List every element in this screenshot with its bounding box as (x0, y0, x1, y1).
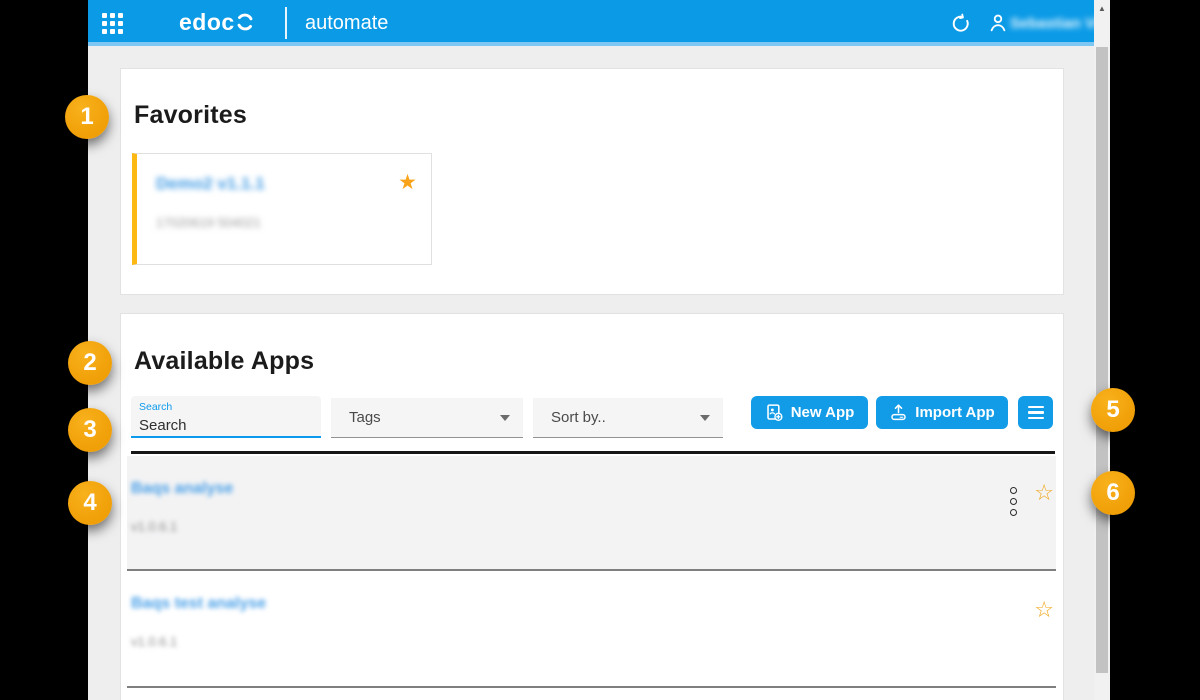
user-profile-icon[interactable] (987, 12, 1009, 34)
app-version-label: v1.0.6.1 (131, 634, 177, 649)
callout-badge-4: 4 (68, 481, 112, 525)
favorite-app-name[interactable]: Demo2 v1.1.1 (156, 174, 265, 194)
search-input[interactable] (139, 415, 309, 435)
chevron-down-icon (500, 415, 510, 421)
favorite-app-subtitle: 17020619 504021 (156, 215, 261, 230)
app-title: automate (305, 12, 388, 35)
available-apps-panel: Available Apps Search Tags Sort by.. (120, 313, 1064, 700)
app-list: Baqs analyse v1.0.6.1 ☆ Baqs test analys… (127, 456, 1056, 700)
scrollbar-thumb[interactable] (1096, 47, 1108, 673)
chevron-down-icon (700, 415, 710, 421)
callout-badge-3: 3 (68, 408, 112, 452)
list-options-button[interactable] (1018, 396, 1053, 429)
callout-badge-1: 1 (65, 95, 109, 139)
upload-icon (889, 403, 908, 422)
vertical-scrollbar[interactable]: ▲ (1094, 0, 1110, 700)
import-app-button-label: Import App (915, 404, 994, 421)
import-app-button[interactable]: Import App (876, 396, 1008, 429)
favorite-star-icon[interactable]: ★ (398, 170, 417, 195)
app-version-label: v1.0.6.1 (131, 519, 177, 534)
row-kebab-menu-icon[interactable] (1010, 487, 1017, 520)
annotated-screenshot: edoc automate Seba (0, 0, 1200, 700)
scrollbar-up-arrow[interactable]: ▲ (1094, 2, 1110, 16)
search-field[interactable]: Search (131, 396, 321, 438)
app-row[interactable]: Baqs test analyse v1.0.6.1 ☆ (127, 571, 1056, 686)
app-window: edoc automate Seba (88, 0, 1110, 700)
app-row[interactable] (127, 688, 1056, 700)
sort-by-dropdown-label: Sort by.. (551, 409, 606, 426)
favorites-panel: Favorites Demo2 v1.1.1 ★ 17020619 504021 (120, 68, 1064, 295)
callout-badge-6: 6 (1091, 471, 1135, 515)
favorites-heading: Favorites (134, 101, 247, 130)
row-favorite-star-icon[interactable]: ☆ (1034, 597, 1054, 623)
search-field-label: Search (139, 401, 172, 413)
new-app-icon (765, 403, 784, 422)
header-divider (285, 7, 287, 39)
callout-badge-2: 2 (68, 341, 112, 385)
new-app-button[interactable]: New App (751, 396, 868, 429)
favorite-app-card[interactable]: Demo2 v1.1.1 ★ 17020619 504021 (132, 153, 432, 265)
callout-badge-5: 5 (1091, 388, 1135, 432)
top-app-bar: edoc automate Seba (88, 0, 1094, 46)
app-row[interactable]: Baqs analyse v1.0.6.1 ☆ (127, 456, 1056, 569)
hamburger-icon (1028, 406, 1044, 420)
tags-dropdown[interactable]: Tags (331, 398, 523, 438)
tags-dropdown-label: Tags (349, 409, 381, 426)
refresh-icon[interactable] (950, 13, 971, 34)
new-app-button-label: New App (791, 404, 855, 421)
available-apps-heading: Available Apps (134, 347, 314, 376)
list-top-border (131, 451, 1055, 454)
product-logo: edoc (179, 9, 235, 36)
app-name-link[interactable]: Baqs test analyse (131, 595, 266, 613)
app-name-link[interactable]: Baqs analyse (131, 480, 233, 498)
row-favorite-star-icon[interactable]: ☆ (1034, 480, 1054, 506)
logo-loop-icon (234, 11, 256, 33)
sort-by-dropdown[interactable]: Sort by.. (533, 398, 723, 438)
app-launcher-grid-icon[interactable] (102, 13, 123, 34)
